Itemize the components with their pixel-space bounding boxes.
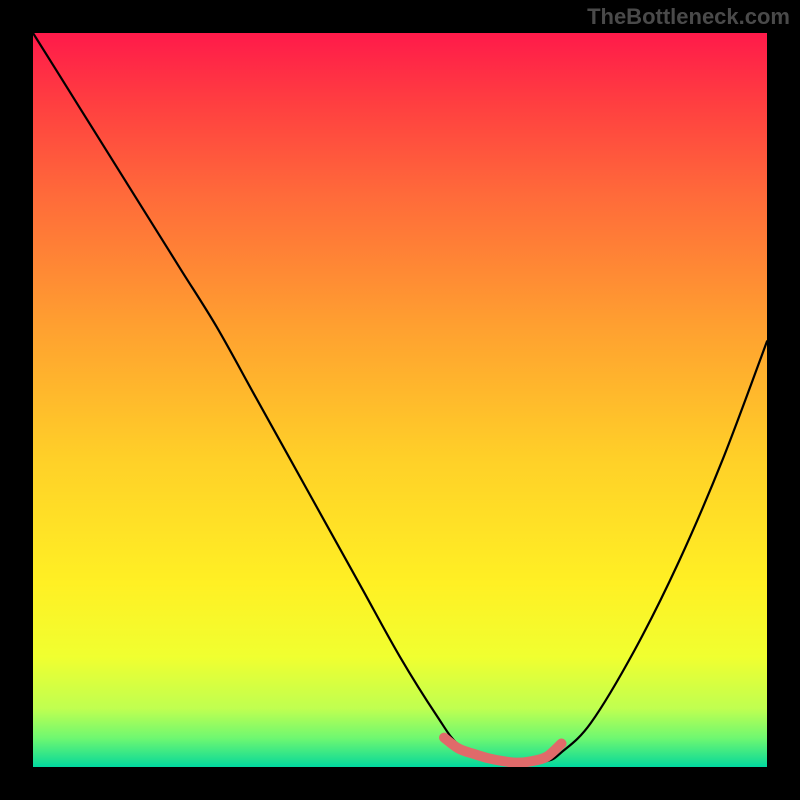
plot-area [33, 33, 767, 767]
chart-container: TheBottleneck.com [0, 0, 800, 800]
watermark-text: TheBottleneck.com [587, 4, 790, 30]
curve-svg [33, 33, 767, 767]
bottleneck-curve-path [33, 33, 767, 763]
optimal-plateau-path [444, 738, 561, 763]
